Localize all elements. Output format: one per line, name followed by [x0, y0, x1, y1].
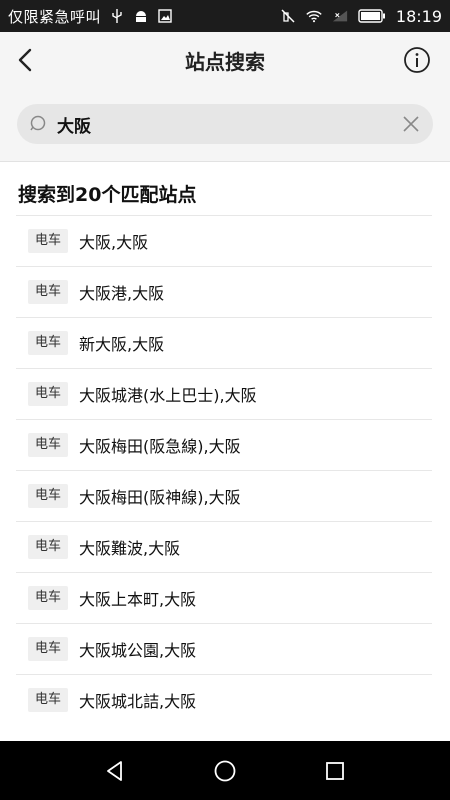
search-input[interactable]	[57, 114, 401, 134]
list-item[interactable]: 电车 大阪上本町,大阪	[16, 572, 432, 623]
back-triangle-icon[interactable]	[102, 758, 128, 784]
page-title: 站点搜索	[185, 49, 265, 74]
type-badge: 电车	[28, 535, 69, 559]
carrier-text: 仅限紧急呼叫	[8, 7, 102, 26]
station-name: 大阪城公園,大阪	[79, 641, 197, 660]
type-badge: 电车	[28, 229, 69, 253]
back-button[interactable]	[12, 46, 40, 74]
status-time: 18:19	[395, 6, 442, 26]
list-item[interactable]: 电车 大阪城港(水上巴士),大阪	[16, 368, 432, 419]
station-name: 大阪城北詰,大阪	[79, 692, 197, 711]
result-list: 电车 大阪,大阪 电车 大阪港,大阪 电车 新大阪,大阪 电车 大阪城港(水上巴…	[16, 215, 432, 725]
list-item[interactable]: 电车 大阪難波,大阪	[16, 521, 432, 572]
info-icon	[404, 47, 430, 73]
station-name: 大阪難波,大阪	[79, 539, 181, 558]
station-name: 大阪,大阪	[79, 233, 149, 252]
home-circle-icon[interactable]	[212, 758, 238, 784]
type-badge: 电车	[28, 280, 69, 304]
list-item[interactable]: 电车 大阪港,大阪	[16, 266, 432, 317]
system-nav-bar	[0, 741, 450, 800]
station-name: 大阪港,大阪	[79, 284, 165, 303]
type-badge: 电车	[28, 586, 69, 610]
title-bar: 站点搜索	[0, 32, 450, 88]
type-badge: 电车	[28, 331, 69, 355]
station-name: 新大阪,大阪	[79, 335, 165, 354]
image-icon	[157, 8, 173, 24]
type-badge: 电车	[28, 484, 69, 508]
wifi-icon	[306, 8, 322, 24]
station-name: 大阪梅田(阪神線),大阪	[79, 488, 241, 507]
station-name: 大阪梅田(阪急線),大阪	[79, 437, 241, 456]
list-item[interactable]: 电车 大阪梅田(阪急線),大阪	[16, 419, 432, 470]
android-debug-icon	[133, 8, 149, 24]
info-button[interactable]	[402, 45, 432, 75]
result-count-heading: 搜索到20个匹配站点	[18, 184, 197, 206]
type-badge: 电车	[28, 382, 69, 406]
battery-icon	[358, 8, 386, 24]
status-bar: 仅限紧急呼叫 18:19	[0, 0, 450, 32]
list-item[interactable]: 电车 大阪城公園,大阪	[16, 623, 432, 674]
search-box[interactable]	[17, 104, 433, 144]
type-badge: 电车	[28, 637, 69, 661]
signal-icon	[332, 8, 348, 24]
type-badge: 电车	[28, 433, 69, 457]
close-icon[interactable]	[401, 114, 421, 134]
usb-icon	[109, 8, 125, 24]
mute-icon	[280, 8, 296, 24]
station-name: 大阪城港(水上巴士),大阪	[79, 386, 257, 405]
search-icon	[30, 115, 46, 131]
list-item[interactable]: 电车 新大阪,大阪	[16, 317, 432, 368]
chevron-left-icon	[18, 48, 32, 72]
recents-square-icon[interactable]	[322, 758, 348, 784]
search-bar-container	[0, 88, 450, 162]
list-item[interactable]: 电车 大阪,大阪	[16, 215, 432, 266]
list-item[interactable]: 电车 大阪城北詰,大阪	[16, 674, 432, 725]
list-item[interactable]: 电车 大阪梅田(阪神線),大阪	[16, 470, 432, 521]
type-badge: 电车	[28, 688, 69, 712]
station-name: 大阪上本町,大阪	[79, 590, 197, 609]
